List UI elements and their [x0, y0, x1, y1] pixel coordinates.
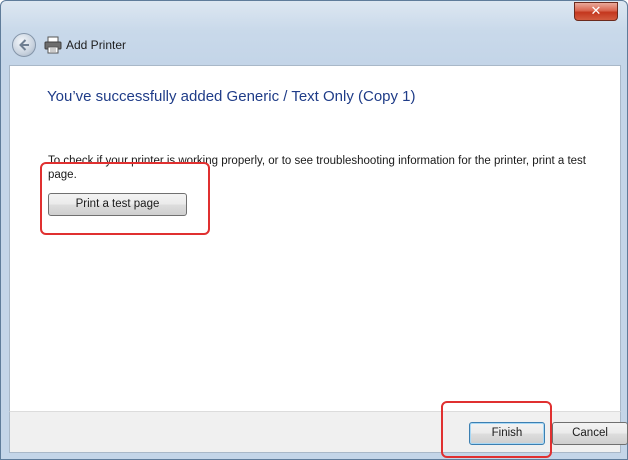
- print-test-highlight: [40, 162, 210, 235]
- cancel-button[interactable]: Cancel: [552, 422, 628, 445]
- close-icon: ✕: [590, 4, 602, 19]
- finish-highlight: [441, 401, 552, 458]
- back-arrow-icon: [19, 39, 29, 51]
- success-heading: You’ve successfully added Generic / Text…: [47, 88, 416, 105]
- wizard-content: You’ve successfully added Generic / Text…: [9, 65, 621, 411]
- printer-icon: [44, 36, 62, 54]
- back-button[interactable]: [12, 33, 36, 57]
- window-title: Add Printer: [66, 38, 127, 52]
- wizard-header: Add Printer: [9, 27, 621, 65]
- close-button[interactable]: ✕: [574, 2, 618, 21]
